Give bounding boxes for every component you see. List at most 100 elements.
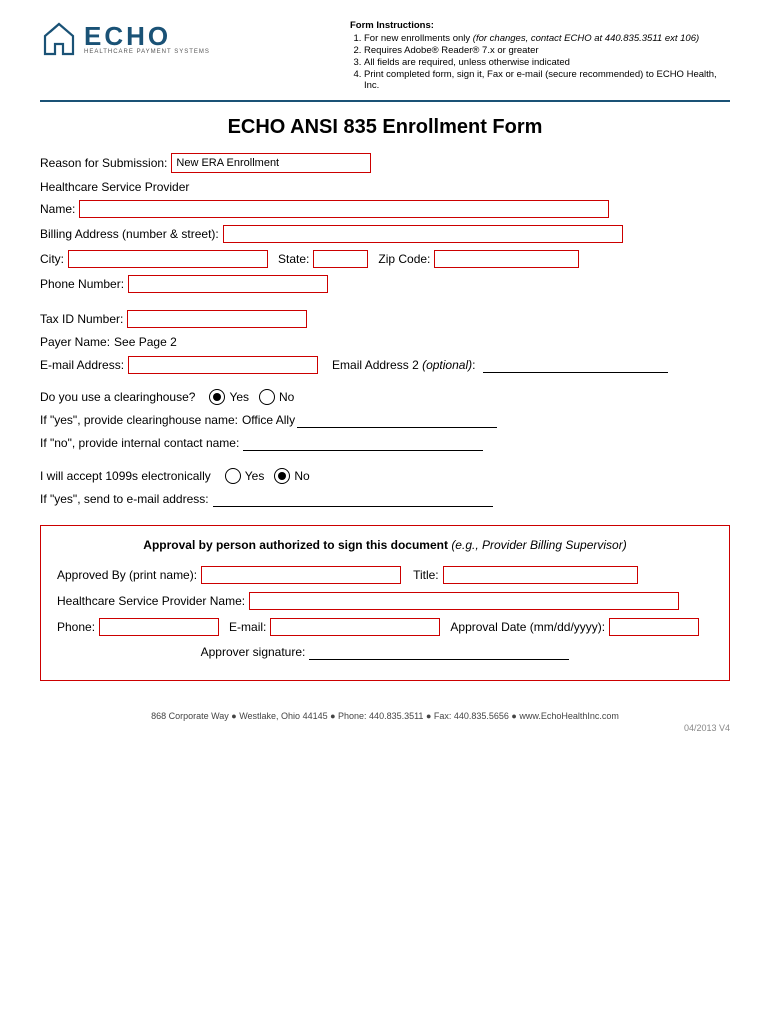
logo-area: ECHO HEALTHCARE PAYMENT SYSTEMS (40, 20, 210, 58)
title-input[interactable] (443, 566, 638, 584)
header: ECHO HEALTHCARE PAYMENT SYSTEMS Form Ins… (40, 20, 730, 92)
approval-title-italic: (e.g., Provider Billing Supervisor) (451, 538, 626, 552)
reason-label: Reason for Submission: (40, 156, 167, 170)
clearinghouse-yes-label: Yes (229, 390, 249, 404)
zip-input[interactable] (434, 250, 579, 268)
approval-phone-input[interactable] (99, 618, 219, 636)
internal-contact-row: If "no", provide internal contact name: (40, 435, 730, 451)
signature-underline (309, 644, 569, 660)
email1099-label: If "yes", send to e-mail address: (40, 492, 209, 506)
phone-email-date-row: Phone: E-mail: Approval Date (mm/dd/yyyy… (57, 618, 713, 636)
tax-row: Tax ID Number: (40, 310, 730, 328)
payer-label: Payer Name: (40, 335, 110, 349)
approval-title-bold: Approval by person authorized to sign th… (143, 538, 448, 552)
name-label: Name: (40, 202, 75, 216)
approval-email-label: E-mail: (229, 620, 266, 634)
clearinghouse-name-row: If "yes", provide clearinghouse name: Of… (40, 412, 730, 428)
name-row: Name: (40, 200, 730, 218)
logo-house-icon (40, 20, 78, 58)
email-row: E-mail Address: Email Address 2 (optiona… (40, 356, 730, 374)
approved-by-row: Approved By (print name): Title: (57, 566, 713, 584)
accept1099-no-radio[interactable] (274, 468, 290, 484)
instruction-2: Requires Adobe® Reader® 7.x or greater (364, 45, 730, 56)
clearinghouse-name-underline (297, 412, 497, 428)
phone-row: Phone Number: (40, 275, 730, 293)
logo-text-block: ECHO HEALTHCARE PAYMENT SYSTEMS (84, 23, 210, 55)
phone-input[interactable] (128, 275, 328, 293)
footer-version: 04/2013 V4 (40, 723, 730, 733)
accept1099-row: I will accept 1099s electronically Yes N… (40, 468, 730, 484)
instructions-title: Form Instructions: (350, 20, 730, 31)
billing-row: Billing Address (number & street): (40, 225, 730, 243)
footer-address: 868 Corporate Way ● Westlake, Ohio 44145… (151, 711, 619, 721)
clearinghouse-no-item[interactable]: No (259, 389, 294, 405)
accept1099-yes-radio[interactable] (225, 468, 241, 484)
approval-title: Approval by person authorized to sign th… (57, 538, 713, 552)
clearinghouse-no-radio[interactable] (259, 389, 275, 405)
provider-name-label: Healthcare Service Provider Name: (57, 594, 245, 608)
city-state-zip-row: City: State: Zip Code: (40, 250, 730, 268)
email1099-underline (213, 491, 493, 507)
instruction-4: Print completed form, sign it, Fax or e-… (364, 69, 730, 91)
instructions-list: For new enrollments only (for changes, c… (350, 33, 730, 91)
title-field-label: Title: (413, 568, 439, 582)
page: ECHO HEALTHCARE PAYMENT SYSTEMS Form Ins… (0, 0, 770, 1024)
billing-label: Billing Address (number & street): (40, 227, 219, 241)
email-label: E-mail Address: (40, 358, 124, 372)
accept1099-no-item[interactable]: No (274, 468, 309, 484)
email1099-row: If "yes", send to e-mail address: (40, 491, 730, 507)
clearinghouse-row: Do you use a clearinghouse? Yes No (40, 389, 730, 405)
state-label: State: (278, 252, 309, 266)
approval-box: Approval by person authorized to sign th… (40, 525, 730, 681)
clearinghouse-q: Do you use a clearinghouse? (40, 390, 195, 404)
approval-phone-label: Phone: (57, 620, 95, 634)
clearinghouse-name-value: Office Ally (242, 413, 295, 427)
approval-date-input[interactable] (609, 618, 699, 636)
form-instructions: Form Instructions: For new enrollments o… (350, 20, 730, 92)
name-input[interactable] (79, 200, 609, 218)
logo-echo-text: ECHO (84, 23, 210, 49)
internal-contact-label: If "no", provide internal contact name: (40, 436, 239, 450)
email-input[interactable] (128, 356, 318, 374)
tax-label: Tax ID Number: (40, 312, 123, 326)
payer-row: Payer Name: See Page 2 (40, 335, 730, 349)
signature-row: Approver signature: (57, 644, 713, 660)
accept1099-no-label: No (294, 469, 309, 483)
section-title: Healthcare Service Provider (40, 180, 730, 194)
email2-underline (483, 357, 668, 373)
accept1099-yes-item[interactable]: Yes (225, 468, 265, 484)
state-input[interactable] (313, 250, 368, 268)
accept1099-q: I will accept 1099s electronically (40, 469, 211, 483)
form-title: ECHO ANSI 835 Enrollment Form (40, 116, 730, 139)
footer: 868 Corporate Way ● Westlake, Ohio 44145… (40, 711, 730, 721)
zip-label: Zip Code: (378, 252, 430, 266)
approval-date-label: Approval Date (mm/dd/yyyy): (450, 620, 605, 634)
signature-label: Approver signature: (201, 645, 306, 659)
payer-value: See Page 2 (114, 335, 177, 349)
tax-input[interactable] (127, 310, 307, 328)
accept1099-radio-group: Yes No (225, 468, 310, 484)
header-divider (40, 100, 730, 102)
logo-subtitle: HEALTHCARE PAYMENT SYSTEMS (84, 49, 210, 55)
accept1099-yes-label: Yes (245, 469, 265, 483)
email2-label: Email Address 2 (optional): (332, 358, 475, 372)
instruction-3: All fields are required, unless otherwis… (364, 57, 730, 68)
city-label: City: (40, 252, 64, 266)
reason-input[interactable] (171, 153, 371, 173)
reason-row: Reason for Submission: (40, 153, 730, 173)
billing-input[interactable] (223, 225, 623, 243)
clearinghouse-yes-item[interactable]: Yes (209, 389, 249, 405)
internal-contact-underline (243, 435, 483, 451)
approval-email-input[interactable] (270, 618, 440, 636)
clearinghouse-radio-group: Yes No (209, 389, 294, 405)
city-input[interactable] (68, 250, 268, 268)
approved-by-label: Approved By (print name): (57, 568, 197, 582)
provider-name-row: Healthcare Service Provider Name: (57, 592, 713, 610)
clearinghouse-yes-radio[interactable] (209, 389, 225, 405)
clearinghouse-no-label: No (279, 390, 294, 404)
approved-by-input[interactable] (201, 566, 401, 584)
provider-name-input[interactable] (249, 592, 679, 610)
instruction-1: For new enrollments only (for changes, c… (364, 33, 730, 44)
clearinghouse-name-label: If "yes", provide clearinghouse name: (40, 413, 238, 427)
phone-label: Phone Number: (40, 277, 124, 291)
